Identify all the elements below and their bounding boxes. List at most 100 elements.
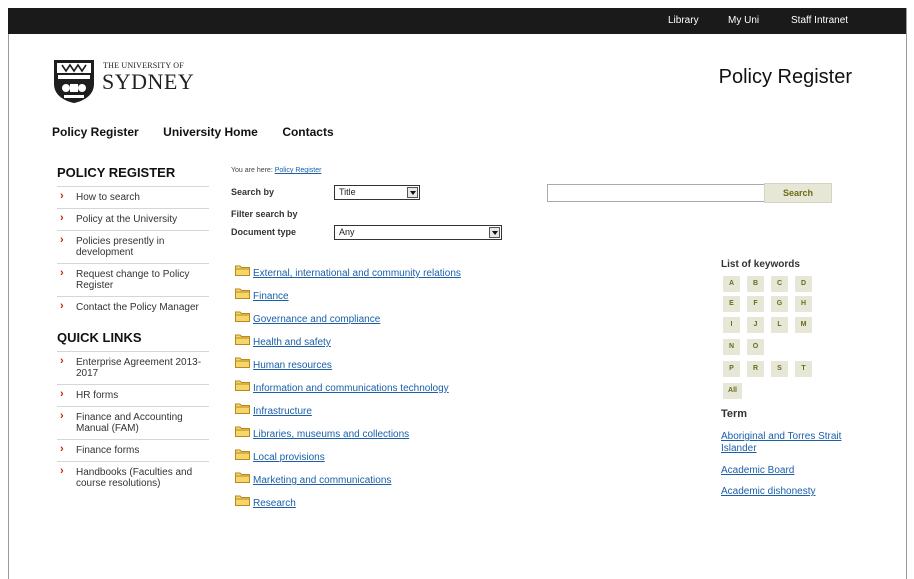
sidebar-item-how-to-search[interactable]: › How to search [57, 186, 209, 209]
keyword-button-i[interactable]: I [723, 317, 740, 333]
category-link-external-relations[interactable]: External, international and community re… [253, 268, 461, 279]
sidebar-item-label: Finance and Accounting Manual (FAM) [76, 412, 183, 434]
folder-icon [235, 357, 250, 368]
search-input[interactable] [547, 184, 765, 202]
keyword-button-l[interactable]: L [771, 317, 788, 333]
topbar-link-my-uni[interactable]: My Uni [728, 15, 759, 26]
sidebar-quick-links-list: › Enterprise Agreement 2013-2017 › HR form… [57, 351, 209, 494]
sidebar-item-label: Enterprise Agreement 2013-2017 [76, 357, 202, 379]
sidebar-item-contact-policy-manager[interactable]: › Contact the Policy Manager [57, 297, 209, 318]
sidebar-item-label: How to search [76, 192, 140, 203]
category-link-governance[interactable]: Governance and compliance [253, 314, 380, 325]
topbar-link-staff-intranet[interactable]: Staff Intranet [791, 15, 848, 26]
nav-policy-register[interactable]: Policy Register [52, 125, 139, 139]
term-heading: Term [721, 408, 748, 420]
keyword-button-r[interactable]: R [747, 361, 764, 377]
sidebar-item-label: Finance forms [76, 445, 140, 456]
chevron-right-icon: › [60, 267, 64, 279]
dropdown-arrow-icon [407, 187, 418, 198]
chevron-right-icon: › [60, 190, 64, 202]
sidebar-item-handbooks[interactable]: › Handbooks (Faculties and course resolut… [57, 462, 209, 494]
keyword-button-g[interactable]: G [771, 296, 788, 312]
keyword-button-m[interactable]: M [795, 317, 812, 333]
keyword-button-d[interactable]: D [795, 276, 812, 292]
category-link-health-safety[interactable]: Health and safety [253, 337, 331, 348]
sidebar-item-label: Handbooks (Faculties and course resoluti… [76, 467, 193, 489]
category-link-ict[interactable]: Information and communications technolog… [253, 383, 449, 394]
chevron-right-icon: › [60, 388, 64, 400]
university-crest-icon [54, 60, 94, 103]
chevron-right-icon: › [60, 465, 64, 477]
keyword-button-h[interactable]: H [795, 296, 812, 312]
logo-big-text: SYDNEY [102, 69, 195, 94]
sidebar-item-label: HR forms [76, 390, 119, 401]
breadcrumb-link-policy-register[interactable]: Policy Register [275, 167, 322, 174]
folder-icon [235, 426, 250, 437]
search-by-label: Search by [231, 187, 275, 197]
keyword-button-b[interactable]: B [747, 276, 764, 292]
folder-icon [235, 334, 250, 345]
chevron-right-icon: › [60, 355, 64, 367]
document-type-selected-value: Any [339, 227, 355, 237]
sidebar-item-finance-manual[interactable]: › Finance and Accounting Manual (FAM) [57, 407, 209, 440]
folder-icon [235, 495, 250, 506]
keyword-button-f[interactable]: F [747, 296, 764, 312]
category-link-libraries[interactable]: Libraries, museums and collections [253, 429, 409, 440]
keyword-button-j[interactable]: J [747, 317, 764, 333]
chevron-right-icon: › [60, 234, 64, 246]
keyword-button-all[interactable]: All [723, 383, 742, 399]
sidebar-item-policies-in-development[interactable]: › Policies presently in development [57, 231, 209, 264]
breadcrumb-prefix: You are here: [231, 167, 275, 174]
folder-icon [235, 265, 250, 276]
term-link-academic-board[interactable]: Academic Board [721, 465, 851, 477]
search-button[interactable]: Search [764, 183, 832, 203]
keyword-button-a[interactable]: A [723, 276, 740, 292]
document-type-select[interactable]: Any [334, 225, 502, 240]
nav-university-home[interactable]: University Home [163, 125, 258, 139]
dropdown-arrow-icon [489, 227, 500, 238]
category-link-finance[interactable]: Finance [253, 291, 289, 302]
search-by-select[interactable]: Title [334, 185, 420, 200]
keyword-button-p[interactable]: P [723, 361, 740, 377]
category-link-human-resources[interactable]: Human resources [253, 360, 332, 371]
folder-icon [235, 472, 250, 483]
university-logo[interactable]: THE UNIVERSITY OF SYDNEY [52, 58, 202, 104]
top-utility-bar: Library My Uni Staff Intranet [8, 8, 906, 34]
sidebar-item-label: Request change to Policy Register [76, 269, 190, 291]
keywords-heading: List of keywords [721, 259, 800, 270]
sidebar-item-finance-forms[interactable]: › Finance forms [57, 440, 209, 462]
sidebar: POLICY REGISTER › How to search › Policy a… [57, 165, 209, 506]
sidebar-item-request-change[interactable]: › Request change to Policy Register [57, 264, 209, 297]
folder-icon [235, 403, 250, 414]
keyword-button-n[interactable]: N [723, 339, 740, 355]
keyword-button-e[interactable]: E [723, 296, 740, 312]
sidebar-item-label: Policy at the University [76, 214, 178, 225]
sidebar-quick-links-heading: QUICK LINKS [57, 330, 142, 345]
keyword-button-o[interactable]: O [747, 339, 764, 355]
main-navigation: Policy Register University Home Contacts [52, 123, 354, 141]
category-link-research[interactable]: Research [253, 498, 296, 509]
topbar-link-library[interactable]: Library [668, 15, 699, 26]
category-link-marketing[interactable]: Marketing and communications [253, 475, 391, 486]
chevron-right-icon: › [60, 410, 64, 422]
folder-icon [235, 380, 250, 391]
term-link-academic-dishonesty[interactable]: Academic dishonesty [721, 486, 851, 498]
nav-contacts[interactable]: Contacts [282, 125, 333, 139]
keyword-button-t[interactable]: T [795, 361, 812, 377]
keyword-button-c[interactable]: C [771, 276, 788, 292]
keyword-button-s[interactable]: S [771, 361, 788, 377]
sidebar-item-hr-forms[interactable]: › HR forms [57, 385, 209, 407]
document-type-label: Document type [231, 227, 297, 237]
folder-icon [235, 311, 250, 322]
sidebar-item-policy-at-university[interactable]: › Policy at the University [57, 209, 209, 231]
sidebar-policy-list: › How to search › Policy at the University… [57, 186, 209, 318]
filter-search-label: Filter search by [231, 209, 298, 219]
category-link-local-provisions[interactable]: Local provisions [253, 452, 325, 463]
breadcrumb: You are here: Policy Register [231, 167, 321, 174]
chevron-right-icon: › [60, 212, 64, 224]
folder-icon [235, 288, 250, 299]
term-link-aboriginal[interactable]: Aboriginal and Torres Strait Islander [721, 431, 851, 455]
site-title: Policy Register [718, 66, 852, 88]
sidebar-item-enterprise-agreement[interactable]: › Enterprise Agreement 2013-2017 [57, 351, 209, 385]
category-link-infrastructure[interactable]: Infrastructure [253, 406, 312, 417]
